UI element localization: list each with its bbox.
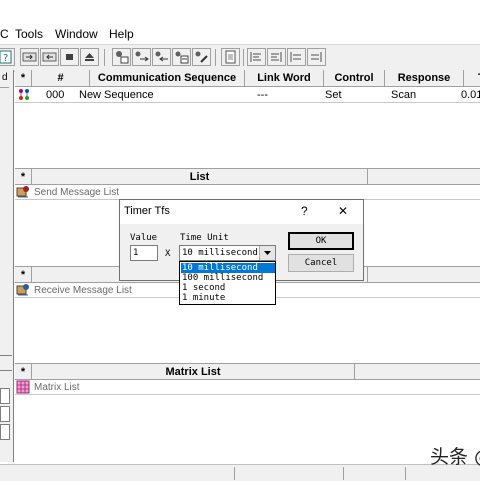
left-pane-divider	[0, 355, 12, 356]
ok-button[interactable]: OK	[288, 232, 354, 250]
column-header-response[interactable]: Response	[385, 70, 464, 86]
left-pane-header: d	[0, 70, 9, 88]
toolbar: ?	[0, 44, 480, 72]
sequence-tool-2-icon[interactable]	[132, 48, 151, 66]
menu-item-c[interactable]: C	[0, 27, 9, 41]
sequence-tool-1-icon[interactable]	[112, 48, 131, 66]
value-text: 1	[133, 248, 139, 258]
sequence-table-header: * # Communication Sequence Link Word Con…	[15, 70, 480, 87]
help-icon[interactable]: ?	[301, 204, 308, 218]
receive-message-list-label: Receive Message List	[34, 285, 132, 296]
menu-item-tools[interactable]: Tools	[15, 27, 43, 41]
column-header-link-word[interactable]: Link Word	[245, 70, 324, 86]
table-row[interactable]: 000 New Sequence --- Set Scan 0.01	[15, 88, 480, 102]
help-tool-icon[interactable]: ?	[0, 48, 15, 66]
value-label: Value	[130, 233, 158, 243]
status-panel	[343, 467, 344, 480]
time-unit-dropdown-list: 10 millisecond 100 millisecond 1 second …	[179, 261, 276, 305]
align-tool-1-icon[interactable]	[247, 48, 266, 66]
row-response: Scan	[391, 89, 417, 101]
column-header-list[interactable]: List	[32, 169, 368, 185]
send-message-list-label: Send Message List	[34, 187, 120, 198]
left-pane: d	[0, 70, 14, 462]
multiply-label: X	[165, 249, 171, 259]
column-header-number[interactable]: #	[32, 70, 90, 86]
sequence-tool-4-icon[interactable]	[172, 48, 191, 66]
column-header-blank[interactable]	[368, 267, 480, 283]
stop-icon[interactable]	[60, 48, 79, 66]
time-unit-select[interactable]: 10 millisecond	[179, 245, 276, 261]
svg-text:?: ?	[3, 53, 8, 64]
watermark: 头条 @	[430, 446, 480, 468]
menu-item-help[interactable]: Help	[109, 27, 134, 41]
row-number: 000	[46, 89, 65, 101]
row-sequence-name: New Sequence	[79, 89, 154, 101]
menu-bar: C Tools Window Help	[0, 24, 480, 44]
left-pane-box[interactable]	[0, 424, 10, 440]
chevron-down-icon[interactable]	[259, 246, 275, 260]
dialog-titlebar[interactable]: Timer Tfs ? ✕	[120, 200, 363, 224]
left-pane-divider	[0, 370, 12, 371]
eject-icon[interactable]	[80, 48, 99, 66]
dialog-title: Timer Tfs	[124, 205, 170, 217]
column-header-star[interactable]: *	[15, 169, 32, 185]
close-icon[interactable]: ✕	[338, 204, 348, 218]
time-unit-selected: 10 millisecond	[182, 248, 258, 258]
dropdown-option-1-second[interactable]: 1 second	[181, 283, 275, 293]
value-input[interactable]: 1	[130, 245, 158, 261]
left-pane-box[interactable]	[0, 406, 10, 422]
step-back-icon[interactable]	[40, 48, 59, 66]
column-header-communication-sequence[interactable]: Communication Sequence	[90, 70, 245, 86]
menu-item-window[interactable]: Window	[55, 27, 98, 41]
list-item[interactable]: Matrix List	[15, 380, 480, 394]
row-divider	[15, 394, 480, 395]
column-header-matrix-list[interactable]: Matrix List	[32, 364, 355, 380]
column-header-star[interactable]: *	[15, 364, 32, 380]
status-bar	[0, 464, 480, 481]
cancel-button[interactable]: Cancel	[288, 254, 354, 272]
align-tool-2-icon[interactable]	[267, 48, 286, 66]
row-time: 0.01	[461, 89, 480, 101]
column-header-time[interactable]: Tim	[464, 70, 480, 86]
column-header-blank[interactable]	[368, 169, 480, 185]
send-list-header: * List	[15, 168, 480, 185]
column-header-blank[interactable]	[355, 364, 480, 380]
status-panel	[405, 467, 406, 480]
column-header-star[interactable]: *	[15, 70, 32, 86]
dropdown-option-100-millisecond[interactable]: 100 millisecond	[181, 273, 275, 283]
column-header-control[interactable]: Control	[324, 70, 385, 86]
sequence-tool-3-icon[interactable]	[152, 48, 171, 66]
matrix-list-header: * Matrix List	[15, 363, 480, 380]
dropdown-option-1-minute[interactable]: 1 minute	[181, 293, 275, 303]
toolbar-separator	[243, 49, 244, 66]
matrix-list-label: Matrix List	[34, 382, 80, 393]
step-forward-icon[interactable]	[20, 48, 39, 66]
toolbar-separator	[104, 49, 105, 66]
left-pane-box[interactable]	[0, 388, 10, 404]
row-control: Set	[325, 89, 342, 101]
align-tool-4-icon[interactable]	[307, 48, 326, 66]
column-header-star[interactable]: *	[15, 267, 32, 283]
align-tool-3-icon[interactable]	[287, 48, 306, 66]
time-unit-label: Time Unit	[180, 233, 229, 243]
toolbar-separator	[215, 49, 216, 66]
row-link-word: ---	[257, 89, 268, 101]
document-tool-icon[interactable]	[221, 48, 240, 66]
dropdown-option-10-millisecond[interactable]: 10 millisecond	[181, 263, 275, 273]
row-divider	[15, 102, 480, 103]
sequence-tool-5-icon[interactable]	[192, 48, 211, 66]
list-item[interactable]: Send Message List	[15, 185, 480, 199]
status-panel	[234, 467, 235, 480]
